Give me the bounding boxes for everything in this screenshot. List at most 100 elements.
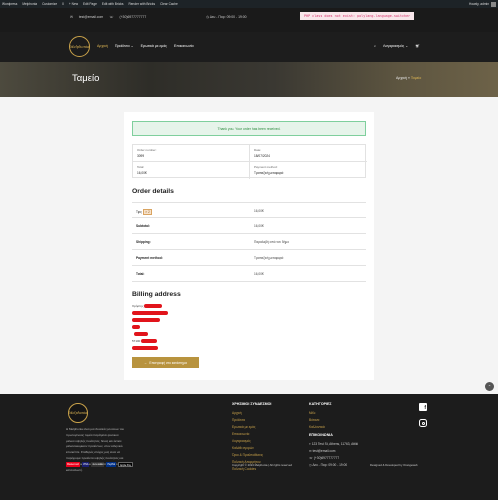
billing-address: Χρήστης 57100 <box>132 304 168 353</box>
site-footer: Melphonia Η Melphonia είναι μια δουλειά … <box>0 394 498 500</box>
chevron-up-icon: ⌃ <box>487 384 492 389</box>
nav-about[interactable]: Ερωτικά με εμάς <box>141 44 167 48</box>
order-number-value: 3099 <box>137 153 145 158</box>
order-date-value: 18/07/2024 <box>254 153 270 158</box>
nav-home[interactable]: Αρχική <box>97 44 108 48</box>
breadcrumb-current: Ταμείο <box>410 76 422 80</box>
footer-link[interactable]: Καλάθι αγορών <box>232 445 271 452</box>
billing-line <box>132 318 168 325</box>
shipping-label: Shipping: <box>136 240 151 244</box>
billing-line: 57100 <box>132 339 168 346</box>
redaction-mark <box>134 332 148 337</box>
developer-credit[interactable]: Designed & Developed by Orangeweb <box>370 463 418 467</box>
admin-render-bricks[interactable]: Render with Bricks <box>128 2 155 6</box>
admin-comments[interactable]: 0 <box>62 2 64 6</box>
footer-link[interactable]: Επικοινωνία <box>232 431 271 438</box>
footer-category-link[interactable]: Βότανα <box>309 417 358 424</box>
footer-address-text: 123 Test St, Athens, 11763, Attiki <box>311 442 358 446</box>
table-row: Shipping: Παραλαβή από τον δήμο <box>132 234 366 250</box>
admin-clear-cache[interactable]: Clear Cache <box>160 2 178 6</box>
avatar[interactable] <box>491 1 496 7</box>
footer-link[interactable]: Λογαριασμός <box>232 438 271 445</box>
order-date-label: Date: <box>254 148 262 152</box>
order-total-cell: Total: 16,00€ <box>133 162 250 179</box>
breadcrumb: Αρχική » Ταμείο <box>396 76 421 80</box>
footer-category-link[interactable]: Καλλυντικά <box>309 424 358 431</box>
cart-icon[interactable]: 🛒︎ <box>415 44 420 48</box>
product-name[interactable]: Τιρς <box>136 210 142 214</box>
nav-chevron-down-icon[interactable]: ⌄ <box>131 44 134 48</box>
arrow-left-icon: ← <box>144 360 148 365</box>
return-to-shop-button[interactable]: ← Επιστροφή στο κατάστημα <box>132 357 199 368</box>
nav-products[interactable]: Προϊόντα <box>115 44 130 48</box>
billing-name: Χρήστης <box>132 304 144 308</box>
facebook-icon[interactable]: f <box>419 403 427 411</box>
order-total-value: 16,00€ <box>137 170 147 175</box>
php-error-message: PHP class does not exist: polylang-langu… <box>300 12 415 20</box>
footer-link[interactable]: Όροι & Προϋποθέσεις <box>232 452 271 459</box>
breadcrumb-home[interactable]: Αρχική <box>396 76 407 80</box>
site-logo[interactable]: Melphonia <box>69 36 90 57</box>
footer-categories-heading: ΚΑΤΗΓΟΡΙΕΣ <box>309 402 332 406</box>
footer-link[interactable]: Αρχική <box>232 410 271 417</box>
order-details-heading: Order details <box>132 188 174 195</box>
billing-line <box>132 346 168 353</box>
nav-contact[interactable]: Επικοινωνία <box>174 44 194 48</box>
admin-edit-bricks[interactable]: Edit with Bricks <box>102 2 124 6</box>
wordpress-icon[interactable]: Wordpress <box>2 2 17 6</box>
order-details-table: Τιρς × 2 16,00€ Subtotal: 16,00€ Shippin… <box>132 202 366 282</box>
email-icon: ✉ <box>70 15 73 19</box>
paypal-icon: PayPal <box>106 462 117 467</box>
redaction-mark <box>132 311 168 316</box>
footer-link[interactable]: Προϊόντα <box>232 417 271 424</box>
order-overview: Order number: 3099 Date: 18/07/2024 Tota… <box>132 144 367 179</box>
footer-categories-column: ΚΑΤΗΓΟΡΙΕΣ Μέλι Βότανα Καλλυντικά ΕΠΙΚΟΙ… <box>309 402 358 469</box>
scroll-to-top-button[interactable]: ⌃ <box>485 382 494 391</box>
order-total-label: Total: <box>137 165 145 169</box>
admin-user[interactable]: Howdy, admin <box>469 2 489 6</box>
admin-new[interactable]: + New <box>69 2 78 6</box>
billing-line <box>132 332 168 339</box>
billing-address-heading: Billing address <box>132 291 181 298</box>
applepay-icon: Apple Pay <box>118 462 133 467</box>
footer-category-link[interactable]: Μέλι <box>309 410 358 417</box>
billing-line: Χρήστης <box>132 304 168 311</box>
search-icon[interactable]: ⌕ <box>374 44 376 48</box>
footer-address: ⌖ 123 Test St, Athens, 11763, Attiki <box>309 441 358 448</box>
product-cell: Τιρς × 2 <box>136 209 153 215</box>
footer-email-text: test@email.com <box>312 449 336 453</box>
payment-label: Payment method: <box>136 256 163 260</box>
footer-links-heading: ΧΡΗΣΙΜΟΙ ΣΥΝΔΕΣΜΟΙ <box>232 402 272 406</box>
subtotal-label: Subtotal: <box>136 224 150 228</box>
billing-line <box>132 311 168 318</box>
footer-email[interactable]: ✉ test@email.com <box>309 448 358 455</box>
main-nav: Αρχική Προϊόντα ⌄ Ερωτικά με εμάς Επικοι… <box>97 44 194 48</box>
footer-logo[interactable]: Melphonia <box>68 403 88 423</box>
table-row: Subtotal: 16,00€ <box>132 218 366 234</box>
topbar-phone[interactable]: (+30)6977777777 <box>119 15 146 19</box>
shipping-value: Παραλαβή από τον δήμο <box>254 240 290 244</box>
site-header: Melphonia Αρχική Προϊόντα ⌄ Ερωτικά με ε… <box>0 32 498 62</box>
phone-icon: ☏ <box>109 15 114 19</box>
order-payment-cell: Payment method: Τραπεζική μεταφορά <box>250 162 367 179</box>
instagram-icon[interactable] <box>419 419 427 427</box>
admin-edit-page[interactable]: Edit Page <box>83 2 97 6</box>
visa-icon: VISA <box>81 462 90 467</box>
page-banner: Ταμείο Αρχική » Ταμείο <box>0 62 498 97</box>
order-date-cell: Date: 18/07/2024 <box>250 145 367 162</box>
redaction-mark <box>132 346 158 351</box>
breadcrumb-separator: » <box>407 76 410 80</box>
topbar-hours: Δευ - Παρ: 09:00 - 19:00 <box>209 15 247 19</box>
footer-link[interactable]: Ερωτικά με εμάς <box>232 424 271 431</box>
admin-customize[interactable]: Customize <box>42 2 57 6</box>
table-row: Τιρς × 2 16,00€ <box>132 202 366 218</box>
admin-site-name[interactable]: Melphonia <box>22 2 37 6</box>
redaction-mark <box>132 318 160 323</box>
topbar-email[interactable]: test@email.com <box>79 15 103 19</box>
copyright-text: Copyright © 2024 Melphonia | All rights … <box>232 463 292 467</box>
product-qty-badge: × 2 <box>142 209 153 215</box>
redaction-mark <box>144 304 163 309</box>
subtotal-value: 16,00€ <box>254 224 264 228</box>
account-label: Λογαριασμός <box>383 44 405 48</box>
account-dropdown[interactable]: Λογαριασμός ⌄ <box>383 44 408 48</box>
